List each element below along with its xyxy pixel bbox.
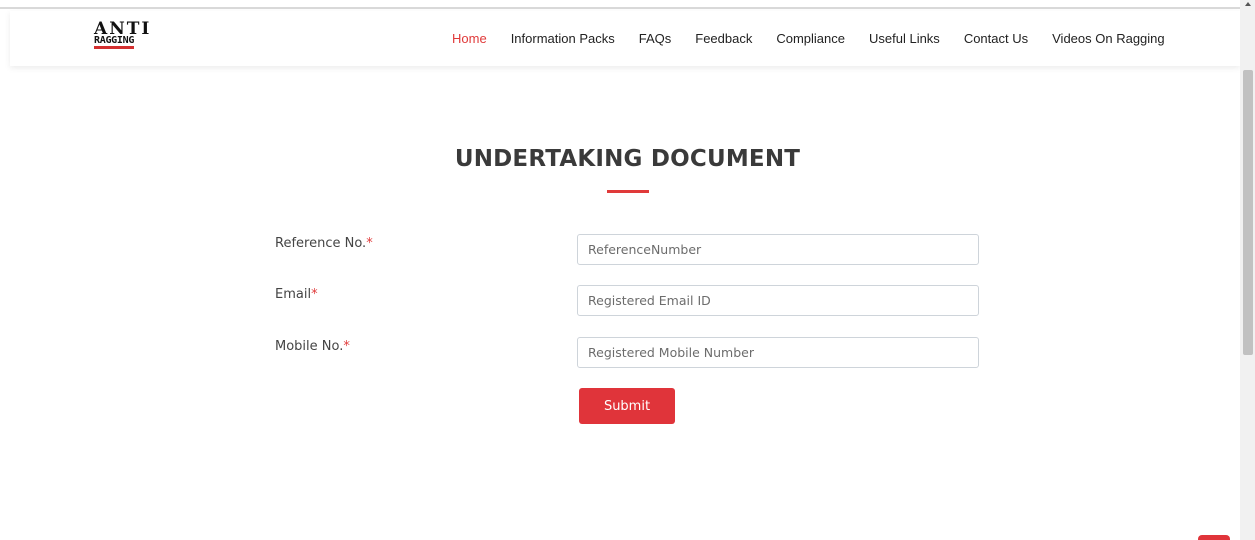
main-nav: Home Information Packs FAQs Feedback Com… xyxy=(440,11,1177,66)
reference-label-text: Reference No. xyxy=(275,236,367,251)
scrollbar-thumb[interactable] xyxy=(1243,70,1253,355)
reference-number-input[interactable] xyxy=(577,234,979,265)
nav-information-packs[interactable]: Information Packs xyxy=(499,31,627,46)
required-asterisk: * xyxy=(366,236,373,251)
nav-compliance[interactable]: Compliance xyxy=(764,31,857,46)
navbar: ANTI RAGGING Home Information Packs FAQs… xyxy=(10,11,1240,66)
browser-top-strip xyxy=(0,0,1255,9)
email-input[interactable] xyxy=(577,285,979,316)
reference-label: Reference No.* xyxy=(275,236,373,251)
nav-faqs[interactable]: FAQs xyxy=(627,31,684,46)
mobile-number-input[interactable] xyxy=(577,337,979,368)
nav-feedback[interactable]: Feedback xyxy=(683,31,764,46)
nav-home[interactable]: Home xyxy=(440,31,499,46)
page-title: UNDERTAKING DOCUMENT xyxy=(454,146,801,172)
nav-videos-on-ragging[interactable]: Videos On Ragging xyxy=(1040,31,1177,46)
email-label: Email* xyxy=(275,287,318,302)
nav-useful-links[interactable]: Useful Links xyxy=(857,31,952,46)
back-to-top-button[interactable] xyxy=(1198,535,1230,540)
page-scrollbar[interactable] xyxy=(1240,0,1255,540)
mobile-label-text: Mobile No. xyxy=(275,339,344,354)
title-underline xyxy=(607,190,649,193)
scroll-up-arrow-icon[interactable] xyxy=(1245,2,1251,6)
required-asterisk: * xyxy=(311,287,318,302)
required-asterisk: * xyxy=(343,339,350,354)
mobile-label: Mobile No.* xyxy=(275,339,350,354)
logo-text-ragging: RAGGING xyxy=(94,35,134,49)
email-label-text: Email xyxy=(275,287,312,302)
anti-ragging-logo[interactable]: ANTI RAGGING xyxy=(94,19,164,51)
submit-button[interactable]: Submit xyxy=(579,388,675,424)
nav-contact-us[interactable]: Contact Us xyxy=(952,31,1040,46)
